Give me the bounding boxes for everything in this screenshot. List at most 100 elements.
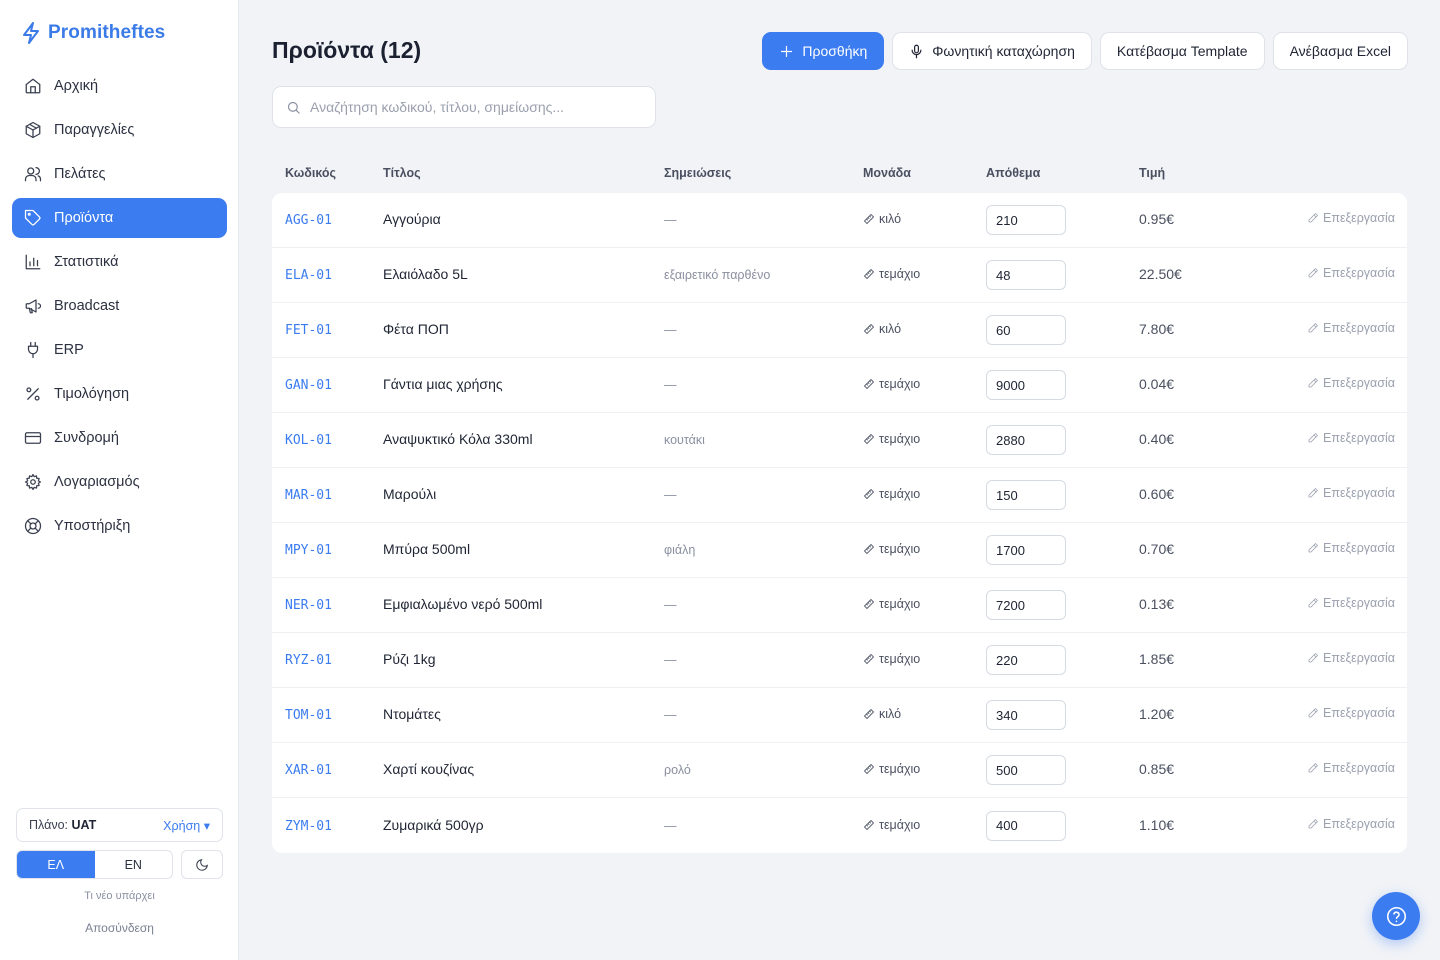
cell-price: 7.80€ — [1139, 321, 1239, 339]
product-price: 0.40€ — [1139, 431, 1175, 447]
edit-button[interactable]: Επεξεργασία — [1307, 706, 1395, 720]
edit-button[interactable]: Επεξεργασία — [1307, 266, 1395, 280]
column-header-title[interactable]: Τίτλος — [383, 166, 664, 180]
product-notes: — — [664, 653, 677, 667]
tag-icon — [24, 209, 41, 226]
cell-unit: τεμάχιο — [863, 818, 986, 832]
sidebar-item-account[interactable]: Λογαριασμός — [12, 462, 227, 502]
edit-button[interactable]: Επεξεργασία — [1307, 651, 1395, 665]
sidebar-item-orders[interactable]: Παραγγελίες — [12, 110, 227, 150]
cell-notes: εξαιρετικό παρθένο — [664, 266, 863, 284]
theme-toggle-button[interactable] — [181, 850, 223, 879]
sidebar-item-customers[interactable]: Πελάτες — [12, 154, 227, 194]
upload-excel-button[interactable]: Ανέβασμα Excel — [1272, 32, 1408, 70]
cell-code: ZYM-01 — [272, 817, 383, 835]
sidebar-item-erp[interactable]: ERP — [12, 330, 227, 370]
lifebuoy-icon — [24, 517, 42, 535]
edit-button[interactable]: Επεξεργασία — [1307, 761, 1395, 775]
stock-input[interactable] — [986, 260, 1066, 290]
unit-label: τεμάχιο — [879, 432, 921, 446]
megaphone-icon — [25, 299, 42, 314]
edit-button[interactable]: Επεξεργασία — [1307, 321, 1395, 335]
product-code-link[interactable]: GAN-01 — [285, 378, 332, 393]
column-header-unit[interactable]: Μονάδα — [863, 166, 986, 180]
cell-unit: τεμάχιο — [863, 267, 986, 281]
product-code-link[interactable]: TOM-01 — [285, 708, 332, 723]
cell-notes: — — [664, 706, 863, 724]
column-header-price[interactable]: Τιμή — [1139, 166, 1239, 180]
column-header-code[interactable]: Κωδικός — [272, 166, 383, 180]
stock-input[interactable] — [986, 425, 1066, 455]
credit-card-icon — [24, 432, 42, 444]
product-code-link[interactable]: ZYM-01 — [285, 819, 332, 834]
language-el-button[interactable]: ΕΛ — [17, 851, 95, 878]
column-header-notes[interactable]: Σημειώσεις — [664, 166, 863, 180]
whats-new-link[interactable]: Τι νέο υπάρχει — [0, 890, 239, 902]
edit-button[interactable]: Επεξεργασία — [1307, 486, 1395, 500]
sidebar-item-invoicing[interactable]: Τιμολόγηση — [12, 374, 227, 414]
stock-input[interactable] — [986, 315, 1066, 345]
table-row: AGG-01 Αγγούρια — κιλό 0.95€ Επεξεργασία — [272, 193, 1407, 248]
cell-title: Μπύρα 500ml — [383, 541, 664, 559]
language-en-button[interactable]: EN — [95, 851, 173, 878]
edit-button[interactable]: Επεξεργασία — [1307, 817, 1395, 831]
stock-input[interactable] — [986, 755, 1066, 785]
cell-stock — [986, 645, 1139, 675]
stock-input[interactable] — [986, 535, 1066, 565]
brand[interactable]: Promitheftes — [22, 22, 165, 44]
product-code-link[interactable]: ELA-01 — [285, 268, 332, 283]
sidebar-item-label: Λογαριασμός — [54, 474, 140, 490]
stock-input[interactable] — [986, 370, 1066, 400]
sidebar-item-home[interactable]: Αρχική — [12, 66, 227, 106]
product-code-link[interactable]: XAR-01 — [285, 763, 332, 778]
stock-input[interactable] — [986, 645, 1066, 675]
help-button[interactable] — [1372, 892, 1420, 940]
ruler-icon — [864, 819, 874, 830]
plan-usage-link[interactable]: Χρήση ▾ — [163, 818, 210, 833]
product-price: 22.50€ — [1139, 266, 1182, 282]
download-template-button[interactable]: Κατέβασμα Template — [1099, 32, 1265, 70]
edit-button[interactable]: Επεξεργασία — [1307, 376, 1395, 390]
edit-button[interactable]: Επεξεργασία — [1307, 431, 1395, 445]
product-code-link[interactable]: MPY-01 — [285, 543, 332, 558]
sidebar-item-subscription[interactable]: Συνδρομή — [12, 418, 227, 458]
cell-unit: κιλό — [863, 322, 986, 336]
stock-input[interactable] — [986, 590, 1066, 620]
unit-label: τεμάχιο — [879, 597, 921, 611]
search-input[interactable] — [310, 99, 640, 115]
column-header-stock[interactable]: Απόθεμα — [986, 166, 1139, 180]
stock-input[interactable] — [986, 205, 1066, 235]
product-code-link[interactable]: NER-01 — [285, 598, 332, 613]
help-circle-icon — [1386, 906, 1406, 926]
edit-button[interactable]: Επεξεργασία — [1307, 541, 1395, 555]
product-code-link[interactable]: FET-01 — [285, 323, 332, 338]
stock-input[interactable] — [986, 810, 1066, 841]
unit-label: τεμάχιο — [879, 762, 921, 776]
voice-entry-button[interactable]: Φωνητική καταχώρηση — [892, 32, 1092, 70]
cell-actions: Επεξεργασία — [1239, 321, 1407, 335]
cell-price: 0.04€ — [1139, 376, 1239, 394]
sidebar-item-broadcast[interactable]: Broadcast — [12, 286, 227, 326]
product-code-link[interactable]: RYZ-01 — [285, 653, 332, 668]
logout-link[interactable]: Αποσύνδεση — [0, 921, 239, 935]
product-code-link[interactable]: MAR-01 — [285, 488, 332, 503]
bolt-icon — [23, 22, 39, 44]
product-title: Ντομάτες — [383, 706, 441, 722]
edit-button[interactable]: Επεξεργασία — [1307, 596, 1395, 610]
search-icon — [287, 101, 300, 114]
sidebar-item-statistics[interactable]: Στατιστικά — [12, 242, 227, 282]
table-row: ZYM-01 Ζυμαρικά 500γρ — τεμάχιο 1.10€ Επεξεργ… — [272, 798, 1407, 853]
sidebar-nav: Αρχική Παραγγελίες Πελάτες Προϊόντα Στατ… — [12, 66, 227, 550]
product-code-link[interactable]: AGG-01 — [285, 213, 332, 228]
cell-actions: Επεξεργασία — [1239, 596, 1407, 610]
sidebar-item-products[interactable]: Προϊόντα — [12, 198, 227, 238]
add-product-button[interactable]: Προσθήκη — [762, 32, 885, 70]
sidebar-item-support[interactable]: Υποστήριξη — [12, 506, 227, 546]
ruler-icon — [864, 434, 874, 444]
stock-input[interactable] — [986, 480, 1066, 510]
product-code-link[interactable]: KOL-01 — [285, 433, 332, 448]
edit-button[interactable]: Επεξεργασία — [1307, 211, 1395, 225]
edit-label: Επεξεργασία — [1322, 541, 1395, 555]
stock-input[interactable] — [986, 700, 1066, 730]
cell-title: Ζυμαρικά 500γρ — [383, 817, 664, 835]
